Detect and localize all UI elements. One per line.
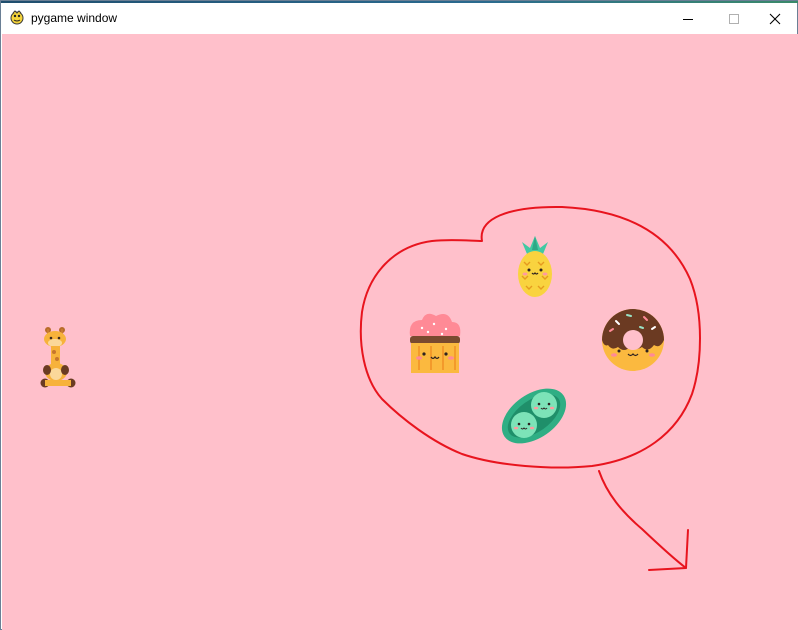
giraffe-sprite[interactable] — [38, 324, 78, 390]
pygame-snake-icon — [10, 10, 24, 25]
minimize-icon — [683, 18, 693, 20]
maximize-icon — [729, 13, 739, 24]
pygame-window: pygame window — [0, 0, 798, 630]
peas-sprite[interactable] — [498, 382, 570, 450]
red-annotation-drawing — [359, 205, 701, 571]
minimize-button[interactable] — [665, 3, 711, 34]
donut-sprite[interactable] — [600, 307, 666, 373]
pineapple-sprite[interactable] — [514, 232, 556, 298]
arrow-line — [598, 470, 687, 569]
window-title: pygame window — [31, 11, 118, 25]
maximize-button[interactable] — [711, 3, 757, 34]
close-button[interactable] — [753, 3, 797, 34]
title-bar[interactable]: pygame window — [1, 3, 797, 34]
close-icon — [769, 13, 781, 24]
game-canvas[interactable] — [2, 34, 798, 630]
cupcake-sprite[interactable] — [404, 308, 464, 374]
